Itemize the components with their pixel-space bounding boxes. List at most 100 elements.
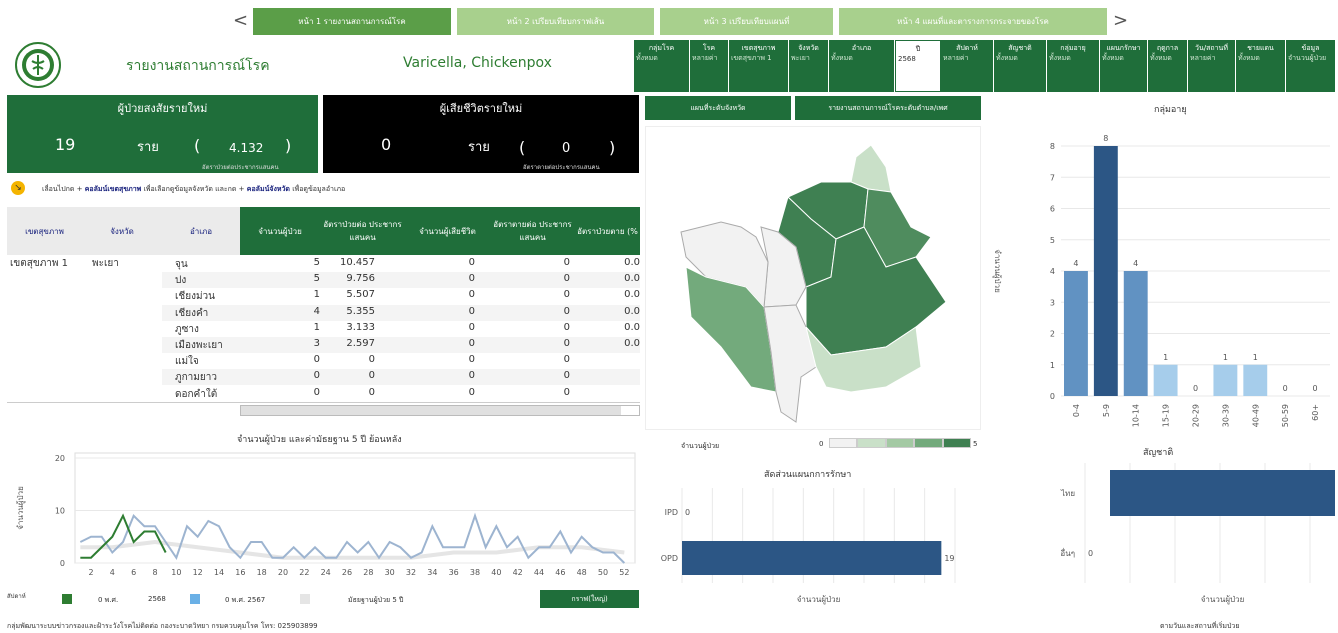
col-header-region[interactable]: เขตสุขภาพ	[7, 207, 82, 255]
treatment-bar[interactable]	[682, 541, 942, 575]
filter-10[interactable]: ฤดูกาล ทั้งหมด	[1148, 40, 1188, 92]
filter-value: หลายค่า	[943, 54, 969, 62]
treatment-bar-chart: IPD 0 OPD 19 จำนวนผู้ป่วย	[661, 488, 956, 605]
table-hint: เลื่อนไปกด + คอลัมน์เขตสุขภาพ เพื่อเลือก…	[42, 184, 345, 195]
table-cell-dd: 0	[468, 257, 475, 268]
nation-category: อื่นๆ	[1060, 547, 1075, 558]
col-header-district[interactable]: อำเภอ	[162, 207, 240, 255]
filter-2[interactable]: เขตสุขภาพ เขตสุขภาพ 1	[729, 40, 789, 92]
table-cell-dd: 0	[468, 305, 475, 317]
age-bar[interactable]	[1243, 364, 1268, 396]
footer-note: ตามวันและสถานที่เริ่มป่วย	[1160, 622, 1240, 630]
x-tick-label: 48	[577, 568, 587, 577]
table-cell-cfr: 0.0	[624, 338, 640, 349]
filter-1[interactable]: โรค หลายค่า	[690, 40, 729, 92]
filter-label: แผนกรักษา	[1106, 44, 1141, 52]
col-header-death-rate[interactable]: อัตราตายต่อ ประชากรแสนคน	[490, 207, 575, 255]
filter-7[interactable]: สัญชาติ ทั้งหมด	[994, 40, 1047, 92]
table-cell-cfr: 0.0	[624, 273, 640, 285]
large-graph-button[interactable]: กราฟ(ใหญ่)	[540, 590, 639, 608]
age-bar[interactable]	[1123, 271, 1148, 396]
y-axis-label: จำนวนผู้ป่วย	[992, 249, 1002, 293]
filter-value: จำนวนผู้ป่วย	[1288, 54, 1327, 62]
table-scrollbar[interactable]	[240, 405, 640, 416]
x-tick-label: 20	[278, 568, 288, 577]
tab-page-3[interactable]: หน้า 3 เปรียบเทียบแผนที่	[660, 8, 833, 35]
col-header-deaths[interactable]: จำนวนผู้เสียชีวิต	[405, 207, 490, 255]
x-tick-label: 6	[131, 568, 136, 577]
table-cell-dr: 0	[563, 321, 570, 333]
filter-value: หลายค่า	[1190, 54, 1216, 62]
table-cell-dr: 0	[563, 273, 570, 285]
prev-page-button[interactable]: <	[233, 10, 248, 31]
x-tick-label: 26	[342, 568, 352, 577]
age-bar[interactable]	[1213, 364, 1238, 396]
filter-value: ทั้งหมด	[636, 54, 658, 62]
disease-name: Varicella, Chickenpox	[403, 55, 552, 71]
age-bar[interactable]	[1064, 271, 1088, 396]
weekly-chart-title: จำนวนผู้ป่วย และค่ามัธยฐาน 5 ปี ย้อนหลัง	[237, 435, 402, 445]
province-map-button[interactable]: แผนที่ระดับจังหวัด	[645, 96, 791, 120]
arrow-hint-icon: ↘	[11, 181, 25, 195]
treatment-value: 0	[685, 508, 690, 517]
nation-bar[interactable]	[1110, 470, 1335, 516]
filter-0[interactable]: กลุ่มโรค ทั้งหมด	[634, 40, 690, 92]
filter-5[interactable]: ปี 2568	[895, 40, 941, 92]
col-header-cfr[interactable]: อัตราป่วยตาย (%	[575, 207, 640, 255]
filter-11[interactable]: วัน/สถานที่หลายค่า	[1188, 40, 1236, 92]
filter-13[interactable]: ข้อมูล จำนวนผู้ป่วย	[1286, 40, 1336, 92]
col-header-province[interactable]: จังหวัด	[82, 207, 162, 255]
deaths-card: ผู้เสียชีวิตรายใหม่ 0 ราย ( 0 ) อัตราตาย…	[323, 95, 639, 173]
x-tick-label: 14	[214, 568, 224, 577]
filter-6[interactable]: สัปดาห์หลายค่า	[941, 40, 994, 92]
x-tick-label: 38	[470, 568, 480, 577]
cell-region: เขตสุขภาพ 1	[10, 258, 69, 269]
filter-8[interactable]: กลุ่มอายุ ทั้งหมด	[1047, 40, 1100, 92]
filter-3[interactable]: จังหวัด พะเยา	[789, 40, 829, 92]
col-header-cases[interactable]: จำนวนผู้ป่วย	[240, 207, 320, 255]
x-tick-label: 44	[534, 568, 544, 577]
treatment-value: 19	[944, 554, 954, 563]
x-tick-label: 52	[619, 568, 629, 577]
legend-bin	[885, 438, 915, 448]
tab-page-2[interactable]: หน้า 2 เปรียบเทียบกราฟเส้น	[457, 8, 654, 35]
filter-label: สัปดาห์	[956, 44, 978, 52]
filter-label: วัน/สถานที่	[1195, 44, 1228, 52]
filter-label: เขตสุขภาพ	[741, 44, 776, 52]
filter-value: ทั้งหมด	[996, 54, 1018, 62]
table-cell-dr: 0	[563, 370, 570, 382]
col-header-rate[interactable]: อัตราป่วยต่อ ประชากรแสนคน	[320, 207, 405, 255]
filter-9[interactable]: แผนกรักษา ทั้งหมด	[1100, 40, 1148, 92]
filter-value: ทั้งหมด	[831, 54, 853, 62]
table-cell-r: 0	[368, 370, 375, 382]
map-legend-max: 5	[973, 440, 978, 448]
subdistrict-report-button[interactable]: รายงานสถานการณ์โรคระดับตำบล/เพศ	[795, 96, 981, 120]
scrollbar-thumb[interactable]	[241, 406, 621, 415]
age-category: 15-19	[1162, 404, 1171, 427]
filter-12[interactable]: ชายแดน ทั้งหมด	[1236, 40, 1286, 92]
age-bar-chart: 0 1 2 3 4 5 6 7 8 จำนวนผู้ป่วย 4 0-4 8 5-9 4 10-14 1 15-1…	[992, 134, 1330, 427]
x-tick-label: 30	[385, 568, 395, 577]
table-cell-r: 5.507	[346, 289, 375, 301]
y-tick-label: 0	[60, 559, 65, 568]
table-cell-dd: 0	[468, 273, 475, 285]
nationality-bar-chart: ไทย19อื่นๆ0จำนวนผู้ป่วย	[1060, 463, 1335, 605]
cell-province: พะเยา	[92, 258, 119, 269]
table-cell-dd: 0	[468, 338, 475, 349]
x-axis-label: จำนวนผู้ป่วย	[797, 595, 841, 605]
table-cell-d: เชียงม่วน	[175, 291, 215, 303]
age-bar[interactable]	[1093, 146, 1118, 396]
filter-4[interactable]: อำเภอ ทั้งหมด	[829, 40, 895, 92]
next-page-button[interactable]: >	[1113, 10, 1128, 31]
legend-2568-label: 2568	[148, 595, 166, 603]
y-tick-label: 7	[1050, 173, 1055, 182]
tab-page-1[interactable]: หน้า 1 รายงานสถานการณ์โรค	[253, 8, 451, 35]
table-cell-c: 4	[313, 305, 320, 317]
x-tick-label: 2	[88, 568, 93, 577]
tab-page-4[interactable]: หน้า 4 แผนที่และตารางการกระจายของโรค	[839, 8, 1107, 35]
age-bar[interactable]	[1153, 364, 1178, 396]
treatment-category: OPD	[661, 554, 678, 563]
filter-label: ปี	[915, 45, 921, 53]
table-cell-dr: 0	[563, 354, 570, 366]
nation-chart-title: สัญชาติ	[1143, 448, 1174, 458]
